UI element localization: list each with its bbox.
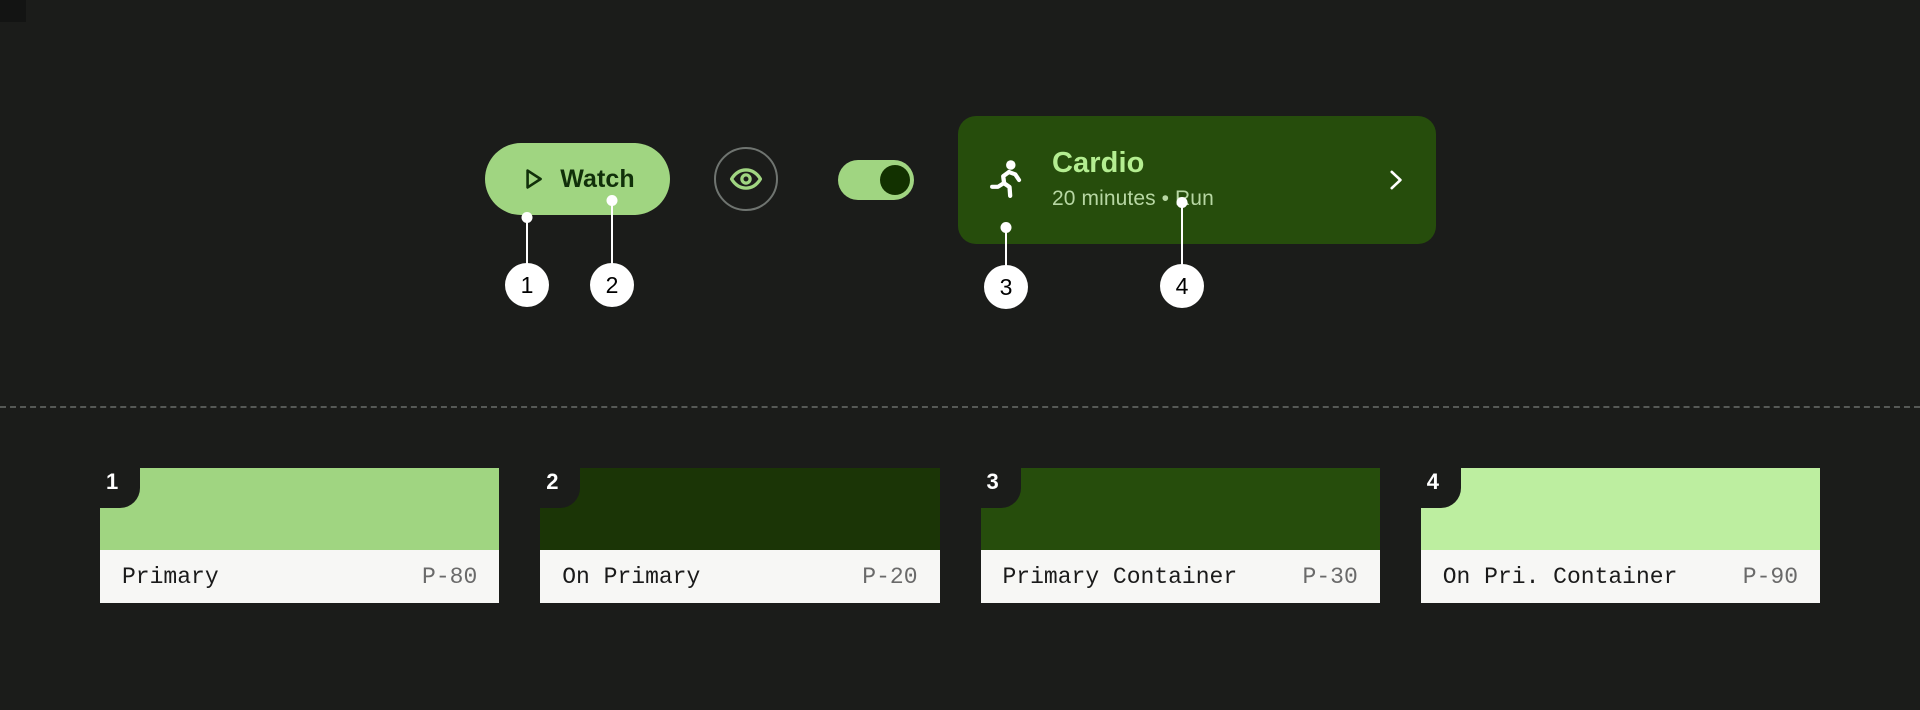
callout-4: 4: [1160, 197, 1204, 308]
swatch-token: P-80: [422, 563, 478, 590]
watch-button-label: Watch: [560, 164, 635, 193]
callout-1-bubble[interactable]: 1: [505, 263, 549, 307]
swatch-badge: 1: [100, 468, 140, 508]
swatch-name: Primary: [122, 563, 219, 590]
color-swatch-row: 1 Primary P-80 2 On Primary P-20 3 Prima…: [100, 468, 1820, 603]
callout-2-line: [611, 200, 613, 267]
callout-3-bubble[interactable]: 3: [984, 265, 1028, 309]
eye-icon: [729, 168, 763, 190]
toggle-knob: [880, 165, 910, 195]
callout-2: 2: [590, 195, 634, 307]
swatch-label-row: On Primary P-20: [540, 550, 940, 603]
callout-1-line: [526, 217, 528, 267]
swatch-badge: 4: [1420, 468, 1461, 508]
section-divider: [0, 406, 1920, 408]
play-icon: [526, 169, 543, 189]
cardio-card-subtitle: 20 minutes • Run: [1052, 186, 1214, 210]
color-swatch[interactable]: 2 On Primary P-20: [540, 468, 940, 603]
swatch-color-chip: [1420, 468, 1820, 550]
callout-3: 3: [984, 222, 1028, 309]
callout-2-bubble[interactable]: 2: [590, 263, 634, 307]
callout-3-line: [1005, 227, 1007, 269]
swatch-label-row: On Pri. Container P-90: [1420, 550, 1820, 603]
swatch-name: On Pri. Container: [1442, 563, 1678, 590]
callout-4-bubble[interactable]: 4: [1160, 264, 1204, 308]
swatch-name: On Primary: [562, 563, 701, 590]
swatch-color-chip: [100, 468, 500, 550]
swatch-badge: 3: [980, 468, 1021, 508]
cardio-card-text: Cardio 20 minutes • Run: [1052, 147, 1356, 213]
cardio-card-title: Cardio: [1052, 147, 1145, 180]
callout-4-line: [1181, 202, 1183, 268]
swatch-token: P-20: [862, 563, 918, 590]
swatch-color-chip: [980, 468, 1380, 550]
component-showcase-area: Watch Cardio 20 minutes • Run 1 2 3 4: [0, 0, 1920, 407]
swatch-name: Primary Container: [1002, 563, 1238, 590]
swatch-token: P-90: [1742, 563, 1798, 590]
watch-button[interactable]: Watch: [485, 143, 670, 215]
swatch-badge: 2: [540, 468, 581, 508]
running-person-icon: [990, 160, 1022, 198]
callout-1: 1: [505, 212, 549, 307]
design-annotation-canvas: Watch Cardio 20 minutes • Run 1 2 3 4 1 …: [0, 0, 1920, 710]
swatch-label-row: Primary Container P-30: [980, 550, 1380, 603]
swatch-label-row: Primary P-80: [100, 550, 500, 603]
color-swatch[interactable]: 4 On Pri. Container P-90: [1420, 468, 1820, 603]
color-swatch[interactable]: 3 Primary Container P-30: [980, 468, 1380, 603]
swatch-color-chip: [540, 468, 940, 550]
chevron-right-icon: [1390, 170, 1402, 190]
eye-icon-button[interactable]: [714, 147, 778, 211]
toggle-switch[interactable]: [838, 160, 914, 200]
swatch-token: P-30: [1302, 563, 1358, 590]
color-swatch[interactable]: 1 Primary P-80: [100, 468, 500, 603]
